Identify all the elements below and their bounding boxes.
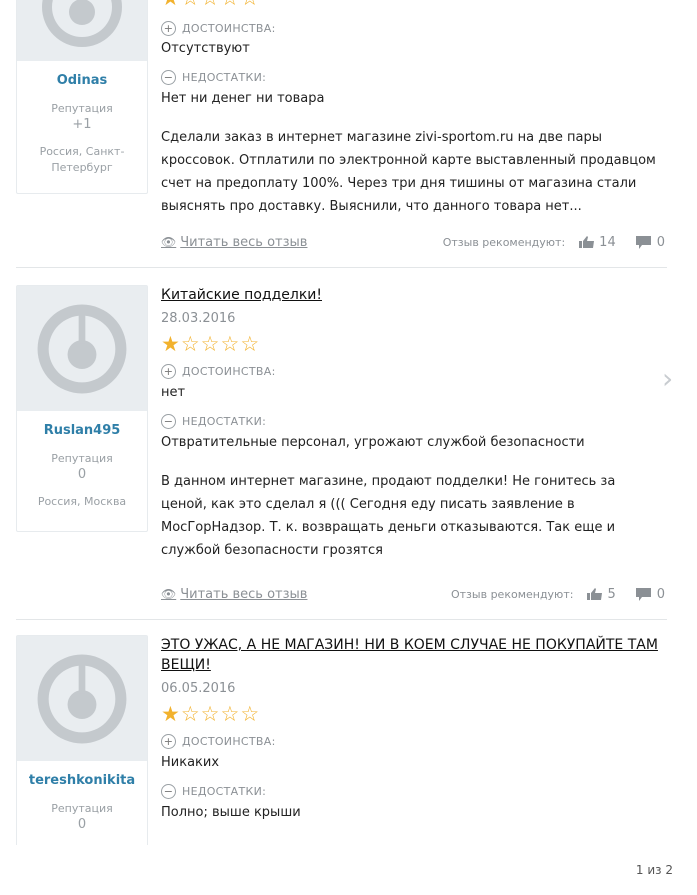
divider (16, 267, 667, 268)
star-empty-icon: ☆ (240, 332, 260, 356)
recommend-block: Отзыв рекомендуют: 14 0 (443, 235, 665, 250)
review-title[interactable]: ЭТО УЖАС, А НЕ МАГАЗИН! НИ В КОЕМ СЛУЧАЕ… (161, 635, 665, 675)
comment-icon[interactable] (635, 235, 651, 249)
star-filled-icon: ★ (161, 0, 180, 10)
pros-text: Отсутствуют (161, 41, 250, 56)
pros-text: Никаких (161, 755, 220, 770)
username[interactable]: Ruslan495 (17, 423, 147, 438)
reputation-value: +1 (72, 117, 92, 132)
star-empty-icon: ☆ (240, 702, 260, 726)
recommend-block: Отзыв рекомендуют: 5 0 (451, 587, 665, 602)
pros-label: ДОСТОИНСТВА: (182, 365, 276, 378)
star-empty-icon: ☆ (181, 0, 200, 10)
avatar[interactable] (17, 0, 147, 61)
cons-text: Нет ни денег ни товара (161, 91, 325, 106)
user-card: Odinas Репутация +1 Россия, Санкт-Петерб… (16, 0, 148, 194)
minus-circle-icon: − (161, 414, 176, 429)
review-body: В данном интернет магазине, продают подд… (161, 474, 616, 558)
thumbs-up-icon[interactable] (579, 236, 595, 248)
cons-header: − НЕДОСТАТКИ: (161, 784, 665, 799)
review-date: 28.03.2016 (161, 311, 236, 326)
reputation-label: Репутация (51, 802, 113, 815)
user-card: tereshkonikita Репутация 0 (16, 635, 148, 845)
star-empty-icon: ☆ (200, 332, 220, 356)
star-empty-icon: ☆ (220, 0, 239, 10)
review-body: Сделали заказ в интернет магазине zivi-s… (161, 130, 656, 214)
divider (16, 619, 667, 620)
rating-stars: ★☆☆☆☆ (161, 332, 665, 356)
star-filled-icon: ★ (161, 332, 180, 356)
plus-circle-icon: + (161, 364, 176, 379)
pros-header: + ДОСТОИНСТВА: (161, 364, 665, 379)
review-title[interactable]: Китайские подделки! (161, 285, 665, 305)
comments-count: 0 (656, 586, 665, 602)
star-empty-icon: ☆ (220, 702, 240, 726)
eye-icon: 👁 (161, 235, 177, 249)
minus-circle-icon: − (161, 70, 176, 85)
star-empty-icon: ☆ (220, 332, 240, 356)
user-location: Россия, Москва (37, 495, 127, 508)
reputation-label: Репутация (51, 452, 113, 465)
page-indicator: 1 из 2 (635, 863, 673, 877)
cons-label: НЕДОСТАТКИ: (182, 71, 267, 84)
reputation-value: 0 (77, 467, 87, 482)
review-card: tereshkonikita Репутация 0 ЭТО УЖАС, А Н… (0, 635, 697, 845)
review-footer: 👁 Читать весь отзыв Отзыв рекомендуют: 14… (161, 232, 665, 252)
pros-label: ДОСТОИНСТВА: (182, 22, 276, 35)
read-full-label: Читать весь отзыв (180, 234, 308, 250)
plus-circle-icon: + (161, 734, 176, 749)
reputation-value: 0 (77, 817, 87, 832)
minus-circle-icon: − (161, 784, 176, 799)
star-empty-icon: ☆ (180, 702, 200, 726)
user-card: Ruslan495 Репутация 0 Россия, Москва (16, 285, 148, 532)
review-content: Китайские подделки! 28.03.2016 ★☆☆☆☆ + Д… (161, 285, 665, 602)
default-avatar-icon (37, 654, 127, 743)
star-filled-icon: ★ (161, 702, 180, 726)
recommend-label: Отзыв рекомендуют: (442, 235, 566, 249)
pros-label: ДОСТОИНСТВА: (182, 735, 276, 748)
reputation-label: Репутация (51, 102, 113, 115)
review-date: 06.05.2016 (161, 681, 236, 696)
star-empty-icon: ☆ (200, 702, 220, 726)
username[interactable]: Odinas (17, 73, 147, 88)
star-empty-icon: ☆ (201, 0, 220, 10)
read-full-label: Читать весь отзыв (180, 586, 308, 602)
eye-icon: 👁 (161, 587, 177, 601)
likes-count: 5 (607, 586, 616, 602)
review-content: ЭТО УЖАС, А НЕ МАГАЗИН! НИ В КОЕМ СЛУЧАЕ… (161, 635, 665, 820)
default-avatar-icon (37, 304, 127, 393)
review-footer: 👁 Читать весь отзыв Отзыв рекомендуют: 5 … (161, 584, 665, 604)
cons-header: − НЕДОСТАТКИ: (161, 70, 266, 85)
comments-count: 0 (656, 234, 665, 250)
chevron-right-icon[interactable]: › (662, 362, 673, 395)
pros-header: + ДОСТОИНСТВА: (161, 734, 665, 749)
plus-circle-icon: + (161, 21, 176, 36)
rating-stars: ★☆☆☆☆ (161, 702, 665, 726)
cons-label: НЕДОСТАТКИ: (182, 785, 267, 798)
read-full-link[interactable]: 👁 Читать весь отзыв (161, 587, 307, 602)
avatar[interactable] (17, 636, 147, 761)
user-location: Россия, Санкт-Петербург (39, 145, 125, 174)
pros-header: + ДОСТОИНСТВА: (161, 21, 276, 36)
rating-stars: ★☆☆☆☆ (161, 0, 260, 10)
pros-text: нет (161, 385, 186, 400)
cons-text: Полно; выше крыши (161, 805, 301, 820)
star-empty-icon: ☆ (180, 332, 200, 356)
read-full-link[interactable]: 👁 Читать весь отзыв (161, 235, 307, 250)
recommend-label: Отзыв рекомендуют: (450, 587, 574, 601)
avatar[interactable] (17, 286, 147, 411)
thumbs-up-icon[interactable] (587, 588, 603, 600)
comment-icon[interactable] (635, 587, 651, 601)
default-avatar-icon (42, 0, 122, 47)
likes-count: 14 (599, 234, 616, 250)
username[interactable]: tereshkonikita (17, 773, 147, 788)
cons-label: НЕДОСТАТКИ: (182, 415, 267, 428)
star-empty-icon: ☆ (240, 0, 259, 10)
cons-text: Отвратительные персонал, угрожают службо… (161, 435, 585, 450)
cons-header: − НЕДОСТАТКИ: (161, 414, 665, 429)
